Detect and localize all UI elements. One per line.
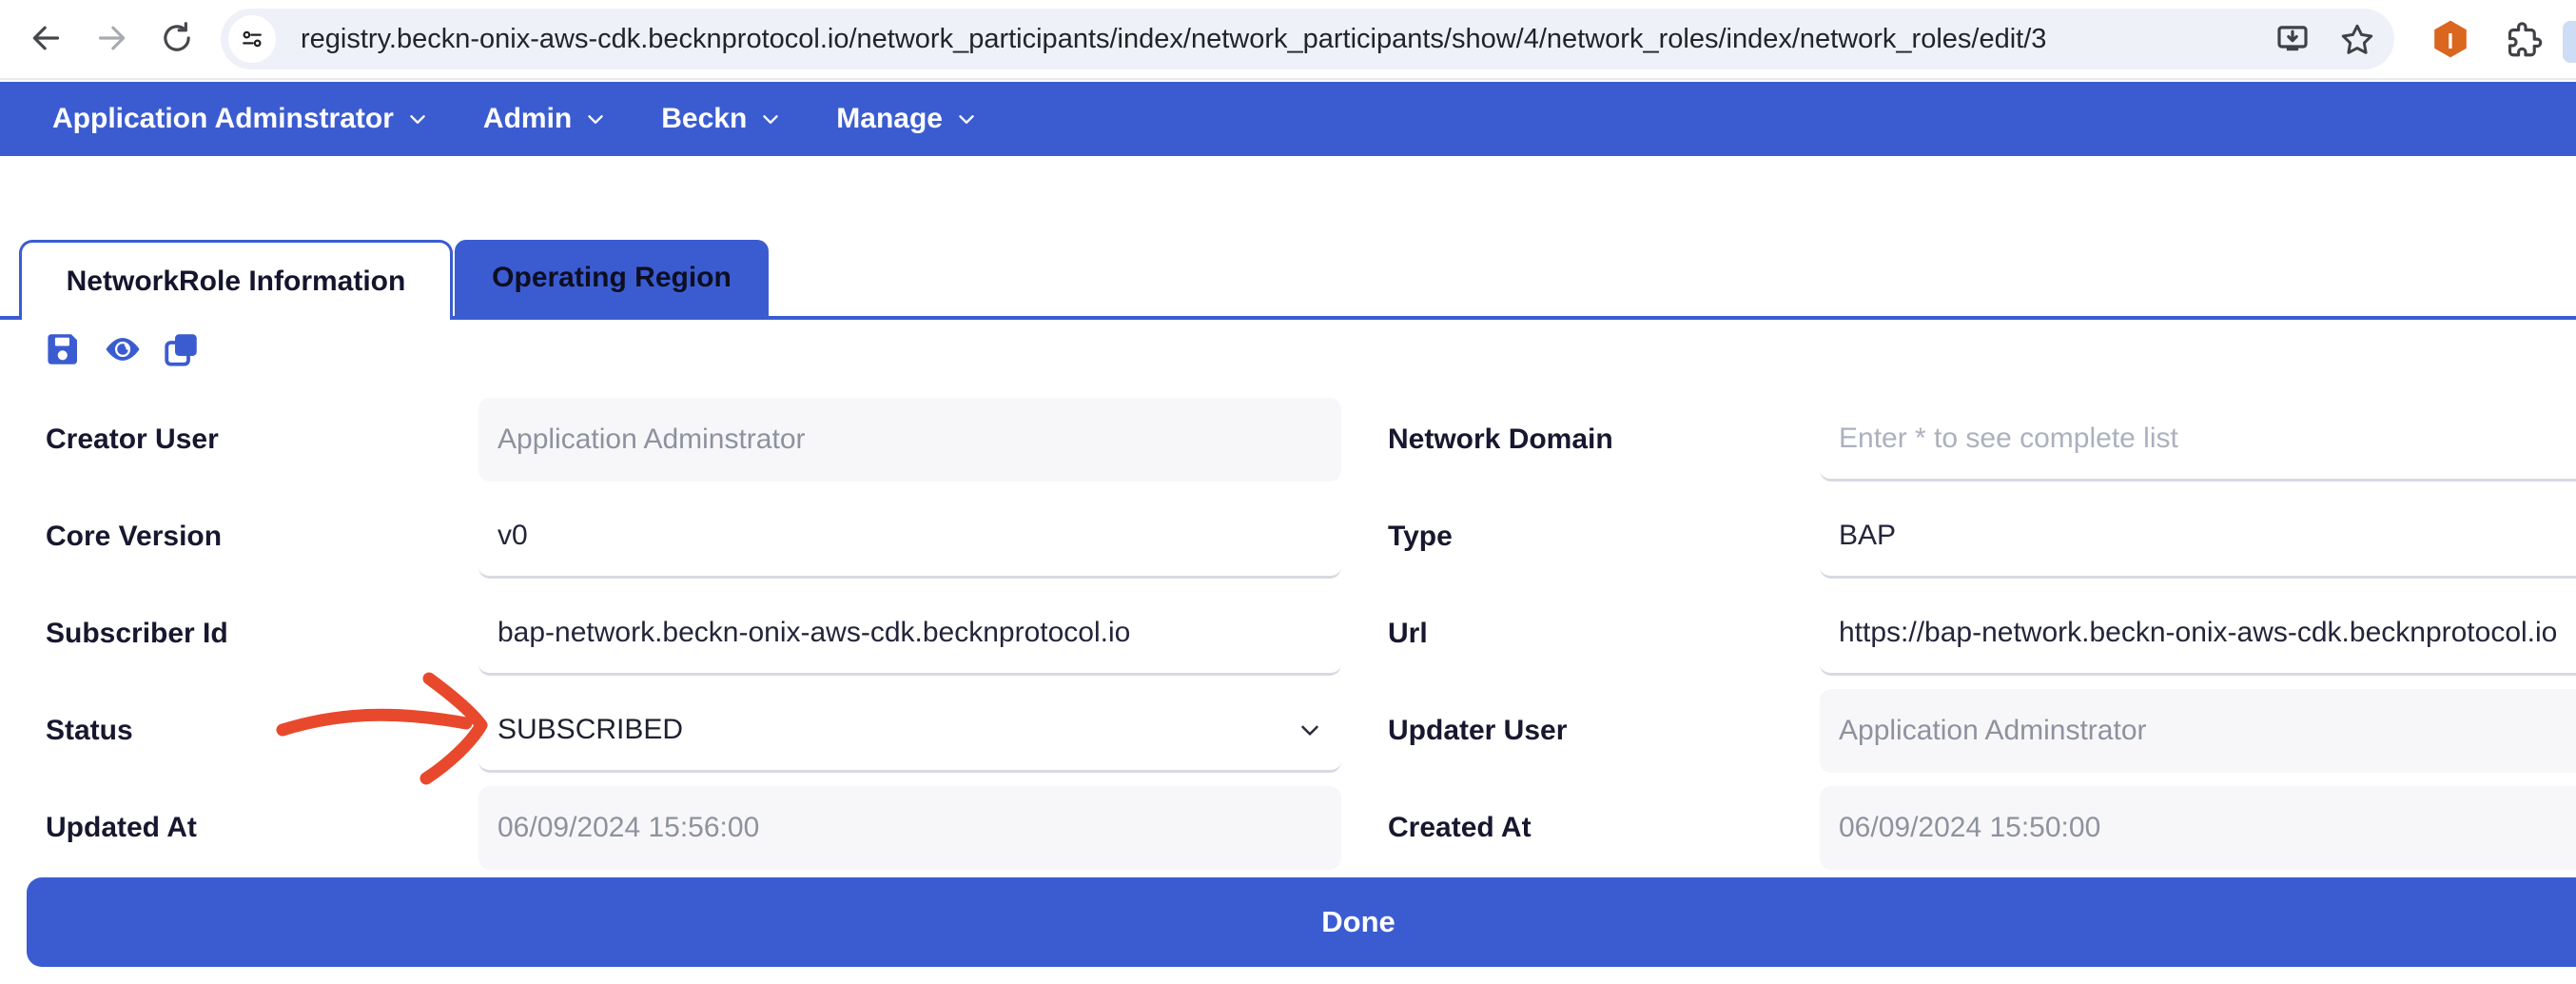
app-navbar: Application Adminstrator Admin Beckn Man… xyxy=(0,82,2576,156)
updated-at-input xyxy=(478,786,1341,870)
install-app-button[interactable] xyxy=(2268,15,2317,65)
bookmark-button[interactable] xyxy=(2332,15,2382,65)
nav-manage-menu[interactable]: Manage xyxy=(836,103,979,135)
extensions-button[interactable] xyxy=(2498,15,2547,65)
field-label-core-version: Core Version xyxy=(46,495,222,579)
created-at-input xyxy=(1820,786,2576,870)
field-label-creator-user: Creator User xyxy=(46,398,219,482)
type-input[interactable] xyxy=(1820,495,2576,579)
extension-badge[interactable]: I xyxy=(2428,17,2473,63)
field-label-subscriber-id: Subscriber Id xyxy=(46,592,228,676)
annotation-arrow-icon xyxy=(271,661,499,795)
hexagon-extension-icon: I xyxy=(2428,17,2473,63)
reload-button[interactable] xyxy=(152,13,202,63)
tab-networkrole-information[interactable]: NetworkRole Information xyxy=(19,240,453,320)
chevron-down-icon xyxy=(583,107,608,131)
nav-manage-menu-label: Manage xyxy=(836,103,943,135)
done-button[interactable]: Done xyxy=(27,877,2576,967)
nav-beckn-menu-label: Beckn xyxy=(661,103,747,135)
field-label-url: Url xyxy=(1388,592,1428,676)
save-icon xyxy=(44,329,84,369)
nav-user-menu[interactable]: Application Adminstrator xyxy=(52,103,430,135)
duplicate-button[interactable] xyxy=(160,327,204,371)
updater-user-input xyxy=(1820,689,2576,773)
chevron-down-icon xyxy=(758,107,783,131)
chevron-down-icon xyxy=(1296,716,1324,744)
field-label-created-at: Created At xyxy=(1388,786,1532,870)
field-label-network-domain: Network Domain xyxy=(1388,398,1613,482)
record-toolbar xyxy=(42,327,204,371)
tune-icon xyxy=(238,25,266,53)
url-text: registry.beckn-onix-aws-cdk.becknprotoco… xyxy=(301,24,2046,55)
chevron-down-icon xyxy=(954,107,979,131)
tab-label: NetworkRole Information xyxy=(67,266,406,298)
profile-avatar[interactable] xyxy=(2563,21,2576,63)
nav-admin-menu-label: Admin xyxy=(483,103,572,135)
install-icon xyxy=(2273,20,2313,60)
view-button[interactable] xyxy=(101,327,145,371)
core-version-input[interactable] xyxy=(478,495,1341,579)
back-icon xyxy=(27,19,65,57)
nav-user-menu-label: Application Adminstrator xyxy=(52,103,394,135)
status-selected-value: SUBSCRIBED xyxy=(498,714,683,746)
network-domain-input[interactable] xyxy=(1820,398,2576,482)
forward-button[interactable] xyxy=(88,13,137,63)
tab-label: Operating Region xyxy=(492,262,732,294)
back-button[interactable] xyxy=(21,13,70,63)
chevron-down-icon xyxy=(405,107,430,131)
field-label-status: Status xyxy=(46,689,133,773)
nav-beckn-menu[interactable]: Beckn xyxy=(661,103,783,135)
nav-admin-menu[interactable]: Admin xyxy=(483,103,608,135)
field-label-type: Type xyxy=(1388,495,1453,579)
site-settings-button[interactable] xyxy=(228,15,276,63)
field-label-updated-at: Updated At xyxy=(46,786,197,870)
reload-icon xyxy=(158,19,196,57)
field-label-updater-user: Updater User xyxy=(1388,689,1567,773)
star-icon xyxy=(2337,20,2377,60)
address-bar[interactable]: registry.beckn-onix-aws-cdk.becknprotoco… xyxy=(221,9,2394,69)
creator-user-input xyxy=(478,398,1341,482)
tab-operating-region[interactable]: Operating Region xyxy=(455,240,769,316)
browser-chrome: registry.beckn-onix-aws-cdk.becknprotoco… xyxy=(0,0,2576,80)
forward-icon xyxy=(93,19,131,57)
url-input[interactable] xyxy=(1820,592,2576,676)
save-button[interactable] xyxy=(42,327,86,371)
status-select[interactable]: SUBSCRIBED xyxy=(478,689,1341,773)
puzzle-icon xyxy=(2503,20,2543,60)
svg-text:I: I xyxy=(2448,29,2453,53)
subscriber-id-input[interactable] xyxy=(478,592,1341,676)
eye-icon xyxy=(103,329,143,369)
copy-icon xyxy=(162,329,202,369)
